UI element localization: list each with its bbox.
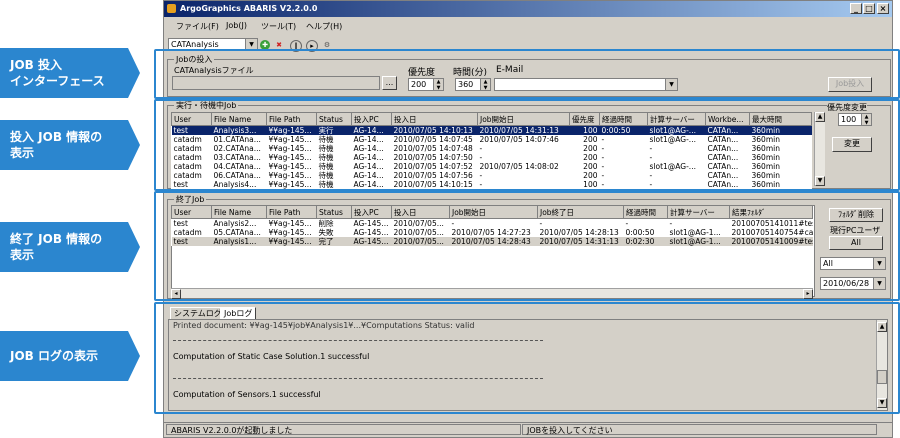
menu-job[interactable]: Job(J) (226, 21, 247, 30)
minimize-button[interactable]: _ (850, 3, 862, 14)
menu-file[interactable]: ファイル(F) (176, 21, 219, 32)
status-left: ABARIS V2.2.0.0が起動しました (166, 424, 521, 435)
callout-text: インターフェース (10, 74, 105, 88)
callout-text: 投入 JOB 情報の (10, 130, 103, 144)
callout-job-submit: JOB 投入インターフェース (0, 48, 140, 98)
menu-bar: ファイル(F) Job(J) ツール(T) ヘルプ(H) (164, 18, 892, 34)
menu-help[interactable]: ヘルプ(H) (306, 21, 342, 32)
window-title: ArgoGraphics ABARIS V2.2.0.0 (180, 4, 318, 13)
maximize-button[interactable]: □ (863, 3, 875, 14)
callout-text: 終了 JOB 情報の (10, 232, 103, 246)
status-right: JOBを投入してください (522, 424, 877, 435)
close-button[interactable]: × (877, 3, 889, 14)
callout-text: JOB 投入 (10, 58, 62, 72)
menu-tools[interactable]: ツール(T) (261, 21, 296, 32)
status-bar: ABARIS V2.2.0.0が起動しました JOBを投入してください (164, 422, 892, 437)
callout-text: 表示 (10, 146, 35, 160)
highlight-submit-area (154, 49, 900, 99)
callout-text: JOB ログの表示 (10, 349, 98, 363)
callout-finished-jobs: 終了 JOB 情報の 表示 (0, 222, 140, 272)
highlight-finished-area (154, 191, 900, 301)
callout-job-log: JOB ログの表示 (0, 331, 140, 381)
app-select-value: CATAnalysis (171, 40, 219, 49)
app-logo-icon (167, 4, 176, 13)
callout-submitted-jobs: 投入 JOB 情報の 表示 (0, 120, 140, 170)
title-bar: ArgoGraphics ABARIS V2.2.0.0 _ □ × (164, 1, 892, 17)
highlight-log-area (154, 302, 900, 414)
callout-text: 表示 (10, 248, 35, 262)
highlight-running-area (154, 99, 900, 191)
